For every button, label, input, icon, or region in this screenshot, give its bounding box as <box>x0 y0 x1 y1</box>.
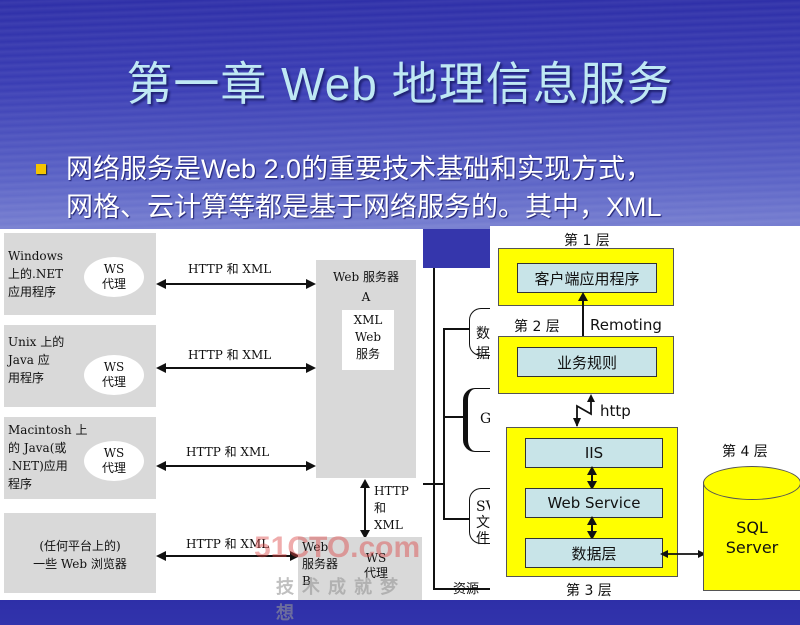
ws-proxy: WS 代理 <box>84 355 144 395</box>
ws-proxy-label: WS <box>103 360 125 374</box>
ws-proxy-label: WS <box>103 446 125 460</box>
resource-footer: 资源 <box>453 582 480 597</box>
client-label-line: .NET)应用 <box>8 459 68 473</box>
double-arrow-icon <box>156 461 316 471</box>
xml-web-service-box: XML Web 服务 <box>342 310 394 370</box>
data-sql-arrow-icon <box>660 550 706 558</box>
layer-1-label: 第 1 层 <box>564 233 610 249</box>
double-arrow-icon <box>587 516 597 540</box>
client-label-line: 应用程序 <box>8 285 57 299</box>
client-label-line: Unix 上的 <box>8 335 65 349</box>
http-label: http <box>600 402 631 420</box>
http-link-icon <box>573 394 595 427</box>
connection-label: HTTP 和 XML <box>188 262 272 276</box>
sql-server-cylinder: SQL Server <box>703 466 800 591</box>
tree-trunk-line <box>433 268 435 590</box>
layer-3-box: IIS Web Service 数据层 <box>506 427 678 577</box>
client-label-line: Java 应 <box>8 353 50 367</box>
sql-label-line: SQL <box>736 518 768 537</box>
client-label-line: 一些 Web 浏览器 <box>33 557 127 571</box>
tree-line <box>423 483 443 485</box>
service-label-line: Web <box>354 330 382 344</box>
double-arrow-icon <box>156 279 316 289</box>
link-label-line: 和 <box>374 501 387 515</box>
bullet-square-icon <box>36 164 46 174</box>
client-label-line: Macintosh 上 <box>8 423 88 437</box>
resource-tree: 数据 G SVG 文件 资源 <box>423 268 507 600</box>
ws-proxy-label: 代理 <box>101 277 126 291</box>
background-gap <box>423 229 490 268</box>
resource-label: 数据 <box>476 326 490 362</box>
sql-server-label: SQL Server <box>704 518 800 558</box>
bullet-text: 网络服务是Web 2.0的重要技术基础和实现方式， 网格、云计算等都是基于网络服… <box>66 150 786 226</box>
client-label-line: 程序 <box>8 477 33 491</box>
web-server-a: Web 服务器 A XML Web 服务 <box>316 260 416 478</box>
client-windows-net: Windows 上的.NET 应用程序 WS 代理 <box>4 233 156 315</box>
layer-2-label: 第 2 层 <box>514 319 560 335</box>
connection-label: HTTP 和 XML <box>188 348 272 362</box>
data-layer-component: 数据层 <box>525 538 663 568</box>
slide-title: 第一章 Web 地理信息服务 <box>126 58 674 110</box>
ws-proxy: WS 代理 <box>84 257 144 297</box>
web-service-component: Web Service <box>525 488 663 518</box>
ws-proxy-label: WS <box>103 262 125 276</box>
web-service-diagram: Windows 上的.NET 应用程序 WS 代理 Unix 上的 Java 应… <box>0 229 423 624</box>
cylinder-top <box>703 466 800 500</box>
server-a-sub: A <box>361 290 371 304</box>
client-label-line: Windows <box>8 249 64 263</box>
tree-branch-line <box>443 328 445 520</box>
iis-component: IIS <box>525 438 663 468</box>
link-label-line: HTTP <box>374 484 409 498</box>
double-arrow-icon <box>156 363 316 373</box>
tree-line <box>443 328 469 330</box>
vertical-double-arrow-icon <box>360 479 370 539</box>
resource-data-cylinder: 数据 <box>469 308 490 362</box>
server-a-title: Web 服务器 <box>333 270 399 284</box>
sql-label-line: Server <box>725 538 779 557</box>
client-unix-java: Unix 上的 Java 应 用程序 WS 代理 <box>4 325 156 407</box>
client-label-line: 用程序 <box>8 371 45 385</box>
bullet-line-1: 网络服务是Web 2.0的重要技术基础和实现方式， <box>66 154 653 184</box>
ws-proxy-label: 代理 <box>101 375 126 389</box>
bullet-line-2: 网格、云计算等都是基于网络服务的。其中，XML <box>66 192 662 222</box>
business-rules-component: 业务规则 <box>517 347 657 377</box>
layer-4-label: 第 4 层 <box>722 444 768 460</box>
service-label-line: XML <box>353 313 383 327</box>
client-label-line: 的 Java(或 <box>8 441 67 455</box>
n-tier-architecture-diagram: 第 1 层 客户端应用程序 第 2 层 Remoting 业务规则 http I… <box>490 226 800 600</box>
tree-line <box>443 518 469 520</box>
layer-2-box: 业务规则 <box>498 336 674 394</box>
watermark-brand: 51CTO.com <box>254 531 421 564</box>
resource-g-stack: G <box>463 388 491 452</box>
client-macintosh: Macintosh 上 的 Java(或 .NET)应用 程序 WS 代理 <box>4 417 156 499</box>
client-label-line: (任何平台上的) <box>39 539 121 553</box>
client-web-browser: (任何平台上的) 一些 Web 浏览器 <box>4 513 156 593</box>
layer-3-label: 第 3 层 <box>566 583 612 599</box>
vertical-link-label: HTTP 和 XML <box>374 483 409 534</box>
ws-proxy: WS 代理 <box>84 441 144 481</box>
remoting-label: Remoting <box>590 316 662 334</box>
double-arrow-icon <box>587 466 597 490</box>
ws-proxy-label: 代理 <box>101 461 126 475</box>
service-label-line: 服务 <box>355 347 380 361</box>
resource-svg-cylinder: SVG 文件 <box>469 488 507 547</box>
client-label-line: 上的.NET <box>8 267 64 281</box>
client-app-component: 客户端应用程序 <box>517 263 657 293</box>
connection-label: HTTP 和 XML <box>186 445 270 459</box>
watermark-slogan: 技术成就梦想 <box>276 577 406 624</box>
